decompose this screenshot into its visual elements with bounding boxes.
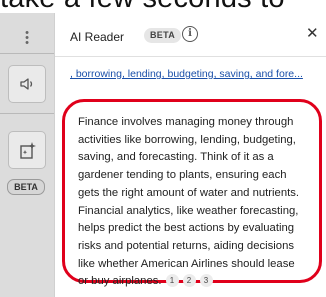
info-icon[interactable]: i	[182, 26, 198, 42]
ai-reader-button[interactable]	[8, 131, 46, 169]
drag-grip-icon[interactable]: • • •	[21, 28, 33, 51]
rail-beta-tag: BETA	[7, 179, 45, 195]
panel-title: AI Reader	[70, 30, 125, 44]
summary-body: Finance involves managing money through …	[78, 116, 300, 288]
close-icon[interactable]: ✕	[306, 24, 319, 42]
keywords-link[interactable]: , borrowing, lending, budgeting, saving,…	[70, 68, 320, 80]
rail-divider	[0, 113, 54, 114]
speaker-icon	[20, 78, 33, 90]
summary-text: Finance involves managing money through …	[78, 114, 324, 291]
summary-highlight-box: Finance involves managing money through …	[62, 99, 322, 288]
background-page-text: take a few seconds to	[0, 0, 326, 13]
header-divider	[55, 56, 326, 57]
read-aloud-button[interactable]	[8, 65, 46, 103]
beta-badge: BETA	[144, 28, 182, 43]
citation-chip[interactable]: 2	[182, 274, 196, 288]
citation-chip[interactable]: 1	[165, 274, 179, 288]
ai-note-sparkle-icon	[20, 142, 36, 159]
rail-divider	[0, 53, 54, 54]
citation-chip[interactable]: 3	[199, 274, 213, 288]
left-rail: • • • BETA	[0, 13, 54, 297]
ai-reader-panel: AI Reader BETA i ✕ , borrowing, lending,…	[54, 13, 326, 297]
